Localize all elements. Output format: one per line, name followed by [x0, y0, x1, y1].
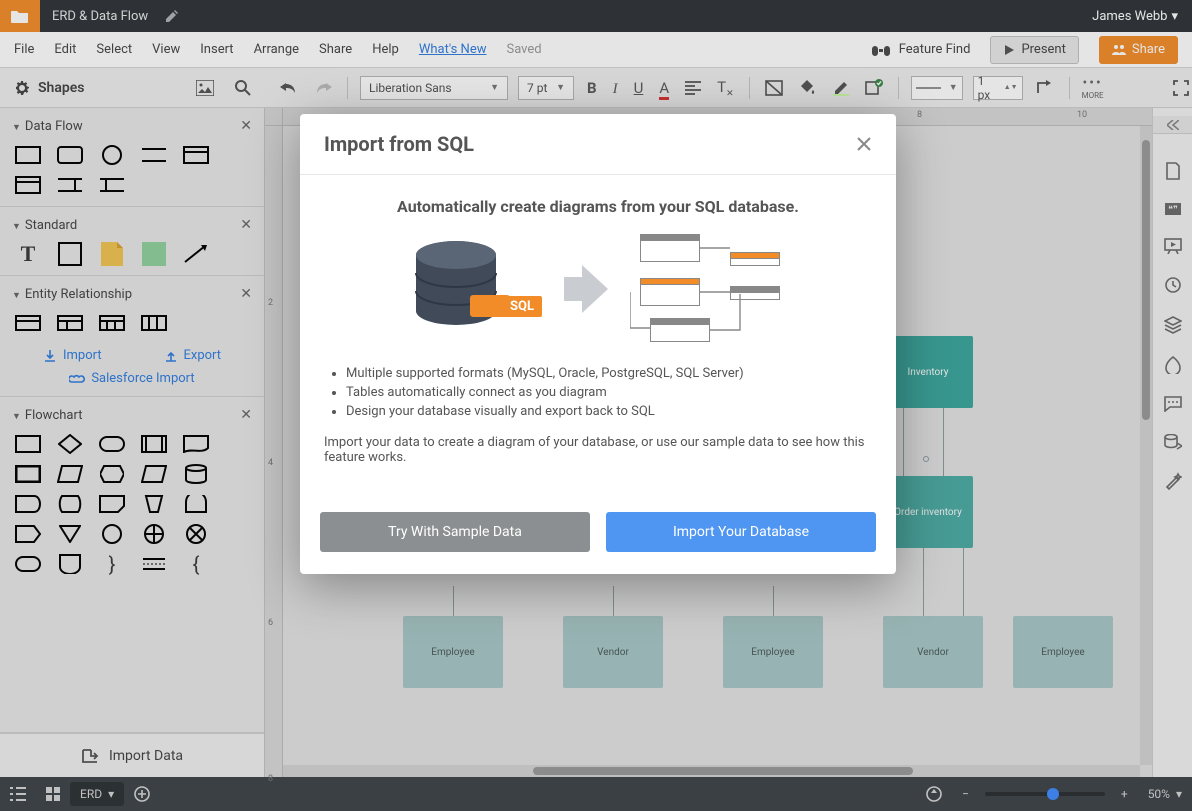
bullet-item: Design your database visually and export… [346, 404, 872, 419]
modal-illustration: SQL [324, 234, 872, 344]
arrow-right-icon [564, 259, 608, 319]
bullet-item: Multiple supported formats (MySQL, Oracl… [346, 366, 872, 381]
sql-badge: SQL [502, 296, 542, 317]
modal-paragraph: Import your data to create a diagram of … [324, 435, 872, 465]
try-sample-button[interactable]: Try With Sample Data [320, 512, 590, 552]
modal-title: Import from SQL [324, 132, 474, 156]
mini-diagram [630, 234, 790, 344]
import-database-button[interactable]: Import Your Database [606, 512, 876, 552]
bullet-item: Tables automatically connect as you diag… [346, 385, 872, 400]
modal-headline: Automatically create diagrams from your … [324, 197, 872, 216]
modal-bullets: Multiple supported formats (MySQL, Oracl… [324, 366, 872, 419]
database-icon [406, 239, 516, 339]
close-icon[interactable] [856, 136, 872, 152]
import-sql-modal: Import from SQL Automatically create dia… [300, 114, 896, 574]
